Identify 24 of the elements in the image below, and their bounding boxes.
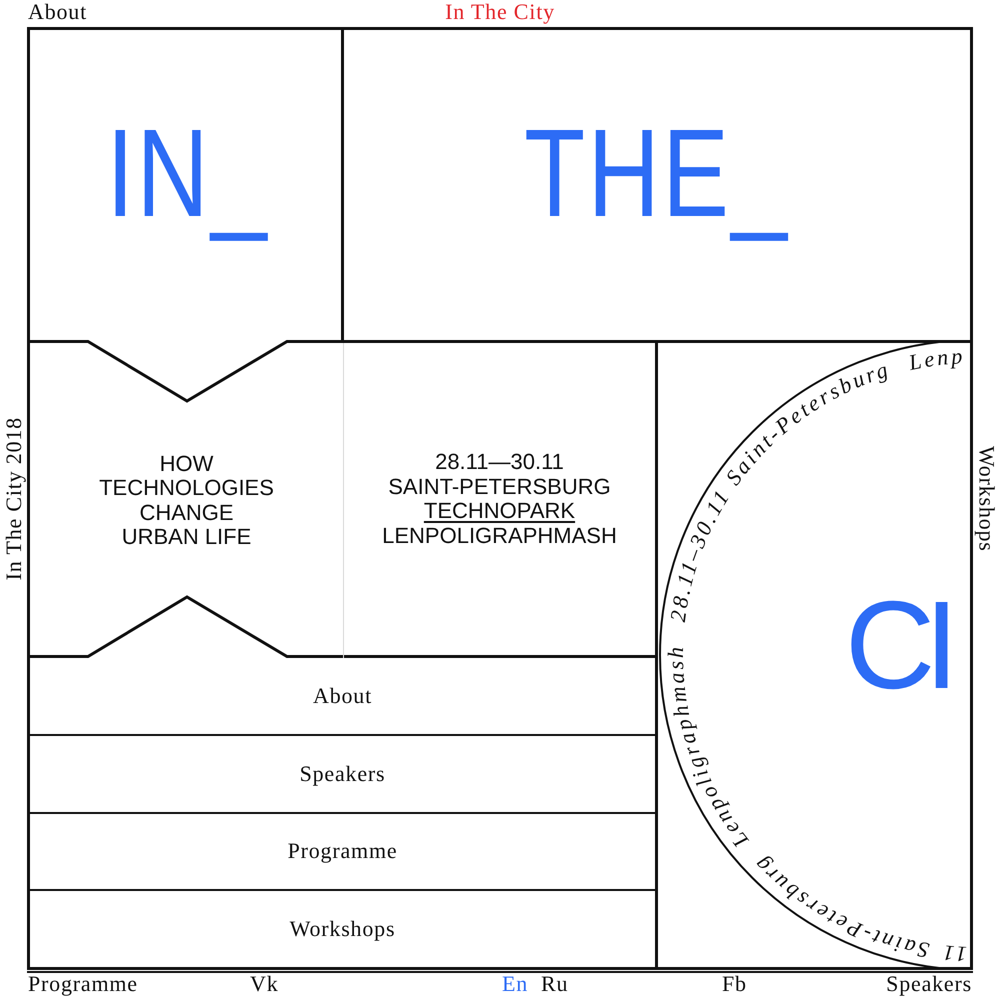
venue-link[interactable]: TECHNOPARK xyxy=(424,499,576,524)
headline-word: CI xyxy=(845,576,948,715)
menu-item[interactable]: Speakers xyxy=(300,762,386,785)
event-info-text: 28.11—30.11 xyxy=(435,450,564,474)
menu-item[interactable]: About xyxy=(313,684,372,707)
footer-link[interactable]: Programme xyxy=(28,971,138,996)
language-option[interactable]: Ru xyxy=(541,971,568,996)
headline-word: IN_ xyxy=(106,111,269,245)
site-title-link[interactable]: In The City xyxy=(445,0,555,24)
ring-text: 11 xyxy=(939,940,968,967)
event-info-text: SAINT-PETERSBURG xyxy=(388,474,611,499)
footer-link[interactable]: Speakers xyxy=(886,971,972,996)
about-link[interactable]: About xyxy=(28,0,87,24)
menu-item[interactable]: Workshops xyxy=(290,918,396,940)
event-info-text: LENPOLIGRAPHMASH xyxy=(382,524,617,548)
language-option[interactable]: En xyxy=(502,971,528,996)
headline-word: THE_ xyxy=(524,111,790,245)
side-nav-link[interactable]: In The City 2018 xyxy=(2,416,24,580)
menu-item[interactable]: Programme xyxy=(288,840,398,862)
ring-text: Lenp xyxy=(906,343,966,375)
footer-link[interactable]: Fb xyxy=(722,971,747,996)
tagline-text: HOW TECHNOLOGIES CHANGE URBAN LIFE xyxy=(99,452,274,550)
side-nav-link[interactable]: Workshops xyxy=(976,446,998,552)
footer-link[interactable]: Vk xyxy=(250,971,278,996)
